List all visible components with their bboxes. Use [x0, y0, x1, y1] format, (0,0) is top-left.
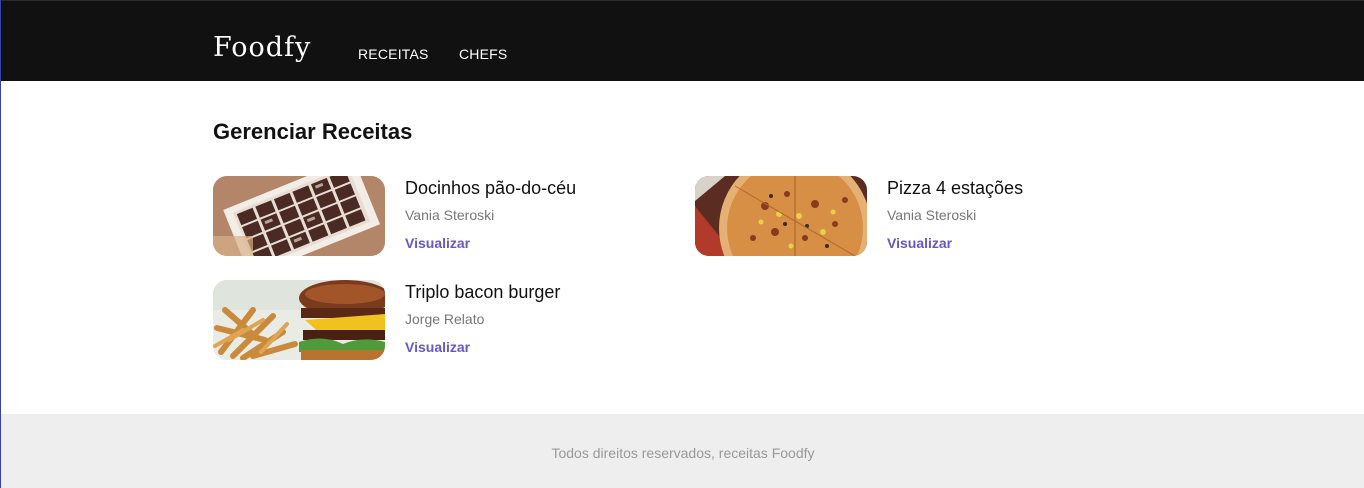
recipe-title: Triplo bacon burger [405, 282, 561, 302]
visualizar-link[interactable]: Visualizar [405, 234, 470, 252]
recipe-title: Pizza 4 estações [887, 178, 1024, 198]
footer-copyright: Todos direitos reservados, receitas Food… [551, 445, 815, 461]
recipe-author: Jorge Relato [405, 311, 485, 327]
pizza-image [695, 176, 867, 256]
recipe-card: Docinhos pão-do-céu Vania Steroski Visua… [213, 176, 653, 256]
visualizar-link[interactable]: Visualizar [405, 338, 470, 356]
chocolate-box-image [213, 176, 385, 256]
recipe-card: Pizza 4 estações Vania Steroski Visualiz… [695, 176, 1135, 256]
nav-link-chefs[interactable]: CHEFS [459, 45, 507, 63]
footer: Todos direitos reservados, receitas Food… [1, 414, 1364, 488]
recipe-card: Triplo bacon burger Jorge Relato Visuali… [213, 280, 653, 360]
visualizar-link[interactable]: Visualizar [887, 234, 952, 252]
foodfy-logo[interactable]: Foodfy [213, 31, 311, 65]
recipe-author: Vania Steroski [887, 207, 977, 223]
page-title: Gerenciar Receitas [213, 119, 413, 144]
recipe-image-burger[interactable] [213, 280, 385, 360]
nav-link-receitas[interactable]: RECEITAS [358, 45, 429, 63]
recipe-author: Vania Steroski [405, 207, 495, 223]
top-navbar: Foodfy RECEITAS CHEFS [1, 0, 1364, 81]
recipe-image-pizza[interactable] [695, 176, 867, 256]
recipe-image-chocolates[interactable] [213, 176, 385, 256]
burger-fries-image [213, 280, 385, 360]
recipe-title: Docinhos pão-do-céu [405, 178, 577, 198]
